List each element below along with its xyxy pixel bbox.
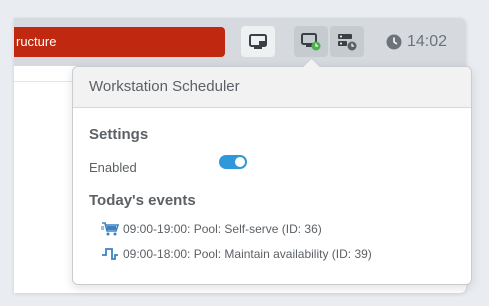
pulse-icon <box>102 248 118 260</box>
workstation-scheduler-button[interactable] <box>294 26 328 57</box>
event-item[interactable]: 09:00-19:00: Pool: Self-serve (ID: 36) <box>101 221 322 237</box>
enabled-label: Enabled <box>89 160 137 175</box>
clock: 14:02 <box>386 26 447 57</box>
toggle-knob <box>235 157 245 167</box>
popup-title: Workstation Scheduler <box>73 67 471 108</box>
event-text: 09:00-18:00: Pool: Maintain availability… <box>123 247 372 261</box>
enabled-toggle[interactable] <box>219 155 247 169</box>
scheduled-server-icon <box>338 33 357 50</box>
clock-time: 14:02 <box>407 32 448 50</box>
desktop-icon <box>249 33 267 49</box>
search-bar[interactable]: ructure <box>14 27 225 57</box>
scheduled-desktop-icon <box>301 32 321 50</box>
event-item[interactable]: 09:00-18:00: Pool: Maintain availability… <box>101 246 372 262</box>
cart-icon <box>101 222 119 236</box>
content-divider <box>14 81 72 82</box>
event-text: 09:00-19:00: Pool: Self-serve (ID: 36) <box>123 222 322 236</box>
clock-icon <box>386 34 402 49</box>
events-heading: Today's events <box>89 192 196 209</box>
desktop-button[interactable] <box>241 26 275 57</box>
top-bar: ructure 14:02 <box>14 18 466 66</box>
settings-heading: Settings <box>89 126 149 143</box>
search-text: ructure <box>16 34 57 49</box>
server-scheduler-button[interactable] <box>330 26 364 57</box>
workstation-scheduler-popup: Workstation Scheduler Settings Enabled T… <box>72 57 472 285</box>
